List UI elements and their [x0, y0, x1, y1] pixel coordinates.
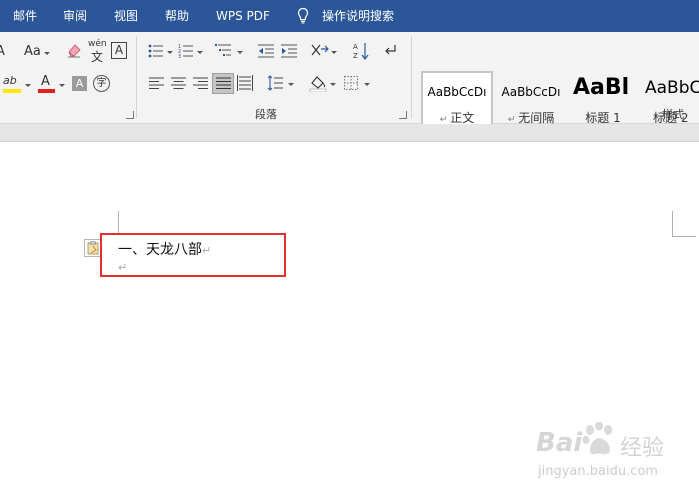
- ribbon-bottom-strip: [0, 124, 699, 142]
- chevron-down-icon[interactable]: [59, 84, 65, 87]
- align-right-icon[interactable]: [193, 77, 208, 90]
- svg-text:A: A: [353, 43, 358, 51]
- menu-mailings[interactable]: 邮件: [13, 7, 37, 25]
- character-shading-button[interactable]: A: [72, 76, 87, 91]
- text-highlight-button[interactable]: ab: [3, 74, 23, 96]
- baidu-jingyan-watermark: Bai 经验 jingyan.baidu.com: [536, 420, 696, 492]
- group-divider: [411, 36, 412, 118]
- svg-text:Z: Z: [353, 52, 358, 60]
- multilevel-list-icon[interactable]: [215, 43, 233, 58]
- styles-gallery: AaBbCcDı ↵ 正文 AaBbCcDı ↵ 无间隔 AaBl 标题 1 A…: [421, 69, 699, 131]
- justify-button[interactable]: [212, 73, 234, 94]
- phonetic-guide-button[interactable]: wén 文: [88, 39, 108, 64]
- border-char: A: [114, 43, 124, 57]
- font-dialog-launcher-icon[interactable]: [126, 111, 134, 119]
- svg-text:3: 3: [178, 54, 181, 58]
- paragraph-group-label: 段落: [255, 108, 277, 121]
- font-grow-partial[interactable]: A: [0, 44, 5, 60]
- style-no-spacing[interactable]: AaBbCcDı ↵ 无间隔: [495, 71, 567, 129]
- increase-indent-icon[interactable]: [281, 44, 297, 58]
- chevron-down-icon[interactable]: [364, 83, 370, 86]
- watermark-url: jingyan.baidu.com: [538, 464, 658, 479]
- phonetic-bottom: 文: [91, 50, 104, 64]
- style-sample: AaBbCcDı: [501, 85, 561, 99]
- enclose-characters-button[interactable]: 字: [93, 75, 110, 92]
- highlight-swatch: [3, 89, 21, 93]
- style-sample: AaBl: [573, 75, 630, 100]
- watermark-brand-right: 经验: [620, 436, 665, 461]
- clipboard-icon: [87, 241, 99, 255]
- menu-bar: 邮件 审阅 视图 帮助 WPS PDF 操作说明搜索: [0, 0, 699, 32]
- enclose-char: 字: [96, 78, 107, 89]
- chevron-down-icon[interactable]: [330, 83, 336, 86]
- group-divider: [136, 36, 137, 118]
- chevron-down-icon: [44, 52, 50, 55]
- font-color-letter: A: [41, 74, 50, 89]
- chevron-down-icon[interactable]: [197, 51, 203, 54]
- style-normal[interactable]: AaBbCcDı ↵ 正文: [421, 71, 493, 129]
- distributed-icon[interactable]: [237, 75, 253, 91]
- ribbon: A Aa wén 文 A ab A A 字 1 2 3 A Z 段落 AaBbC…: [0, 32, 699, 129]
- highlight-letter: ab: [3, 74, 17, 87]
- show-paragraph-marks-icon[interactable]: [384, 44, 398, 58]
- tell-me-search[interactable]: 操作说明搜索: [322, 7, 394, 25]
- watermark-brand-left: Bai: [536, 428, 583, 458]
- chinese-layout-icon[interactable]: [311, 43, 329, 59]
- style-sample: AaBbCcDı: [427, 85, 487, 99]
- change-case-button[interactable]: Aa: [24, 44, 41, 60]
- chevron-down-icon[interactable]: [288, 83, 294, 86]
- page-margin-corner-left: [103, 211, 119, 235]
- word-window: 邮件 审阅 视图 帮助 WPS PDF 操作说明搜索 A Aa wén 文 A …: [0, 0, 699, 499]
- menu-review[interactable]: 审阅: [63, 7, 87, 25]
- paw-logo-icon: [582, 422, 612, 455]
- line-spacing-icon[interactable]: [267, 75, 283, 91]
- menu-wps-pdf[interactable]: WPS PDF: [216, 7, 270, 25]
- font-color-button[interactable]: A: [38, 74, 56, 96]
- align-center-icon[interactable]: [171, 77, 186, 90]
- shading-icon[interactable]: [309, 74, 327, 92]
- page-margin-corner-right: [672, 211, 696, 237]
- style-sample: AaBbC: [645, 78, 699, 98]
- styles-group-label: 样式: [662, 108, 684, 121]
- justify-icon: [216, 77, 231, 89]
- paragraph-dialog-launcher-icon[interactable]: [399, 111, 407, 119]
- red-highlight-box: [100, 233, 286, 277]
- font-color-swatch: [38, 89, 55, 93]
- style-heading-1[interactable]: AaBl 标题 1: [567, 71, 639, 129]
- align-left-icon[interactable]: [149, 77, 164, 90]
- menu-help[interactable]: 帮助: [165, 7, 189, 25]
- shade-letter: A: [75, 77, 84, 90]
- numbering-icon[interactable]: 1 2 3: [178, 43, 194, 58]
- chevron-down-icon[interactable]: [25, 84, 31, 87]
- chevron-down-icon[interactable]: [331, 51, 337, 54]
- character-border-button[interactable]: A: [111, 42, 127, 59]
- sort-icon[interactable]: A Z: [353, 42, 369, 60]
- borders-icon[interactable]: [344, 76, 358, 90]
- eraser-icon[interactable]: [66, 42, 82, 58]
- bullets-icon[interactable]: [148, 44, 164, 58]
- lightbulb-icon[interactable]: [297, 7, 309, 25]
- decrease-indent-icon[interactable]: [258, 44, 274, 58]
- chevron-down-icon[interactable]: [237, 51, 243, 54]
- menu-view[interactable]: 视图: [114, 7, 138, 25]
- chevron-down-icon[interactable]: [167, 51, 173, 54]
